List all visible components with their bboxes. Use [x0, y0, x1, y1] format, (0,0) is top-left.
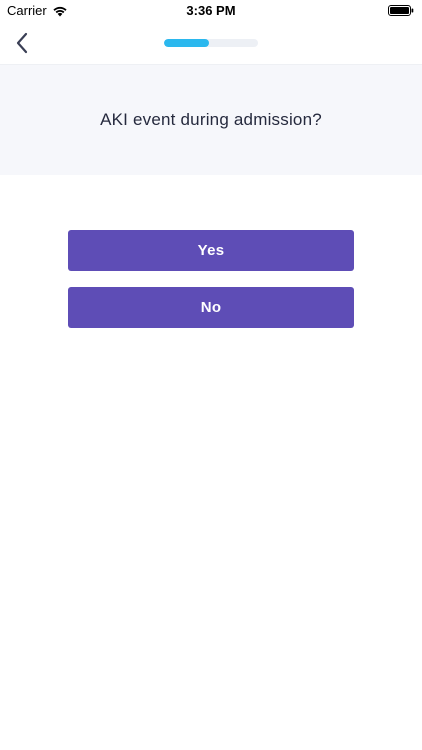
question-title: AKI event during admission?	[100, 110, 322, 129]
progress-fill	[164, 39, 210, 47]
yes-button[interactable]: Yes	[68, 230, 354, 271]
screen: Carrier 3:36 PM AKI event during admissi…	[0, 0, 422, 750]
answer-options: Yes No	[68, 230, 354, 344]
yes-button-label: Yes	[197, 242, 225, 259]
battery-icon	[388, 5, 414, 16]
back-button[interactable]	[10, 30, 34, 56]
chevron-left-icon	[16, 32, 28, 54]
status-bar: Carrier 3:36 PM	[0, 0, 422, 22]
no-button[interactable]: No	[68, 287, 354, 328]
navigation-bar	[0, 22, 422, 65]
question-panel: AKI event during admission?	[0, 65, 422, 175]
no-button-label: No	[200, 299, 222, 316]
progress-bar	[164, 39, 258, 47]
status-time: 3:36 PM	[186, 3, 236, 18]
